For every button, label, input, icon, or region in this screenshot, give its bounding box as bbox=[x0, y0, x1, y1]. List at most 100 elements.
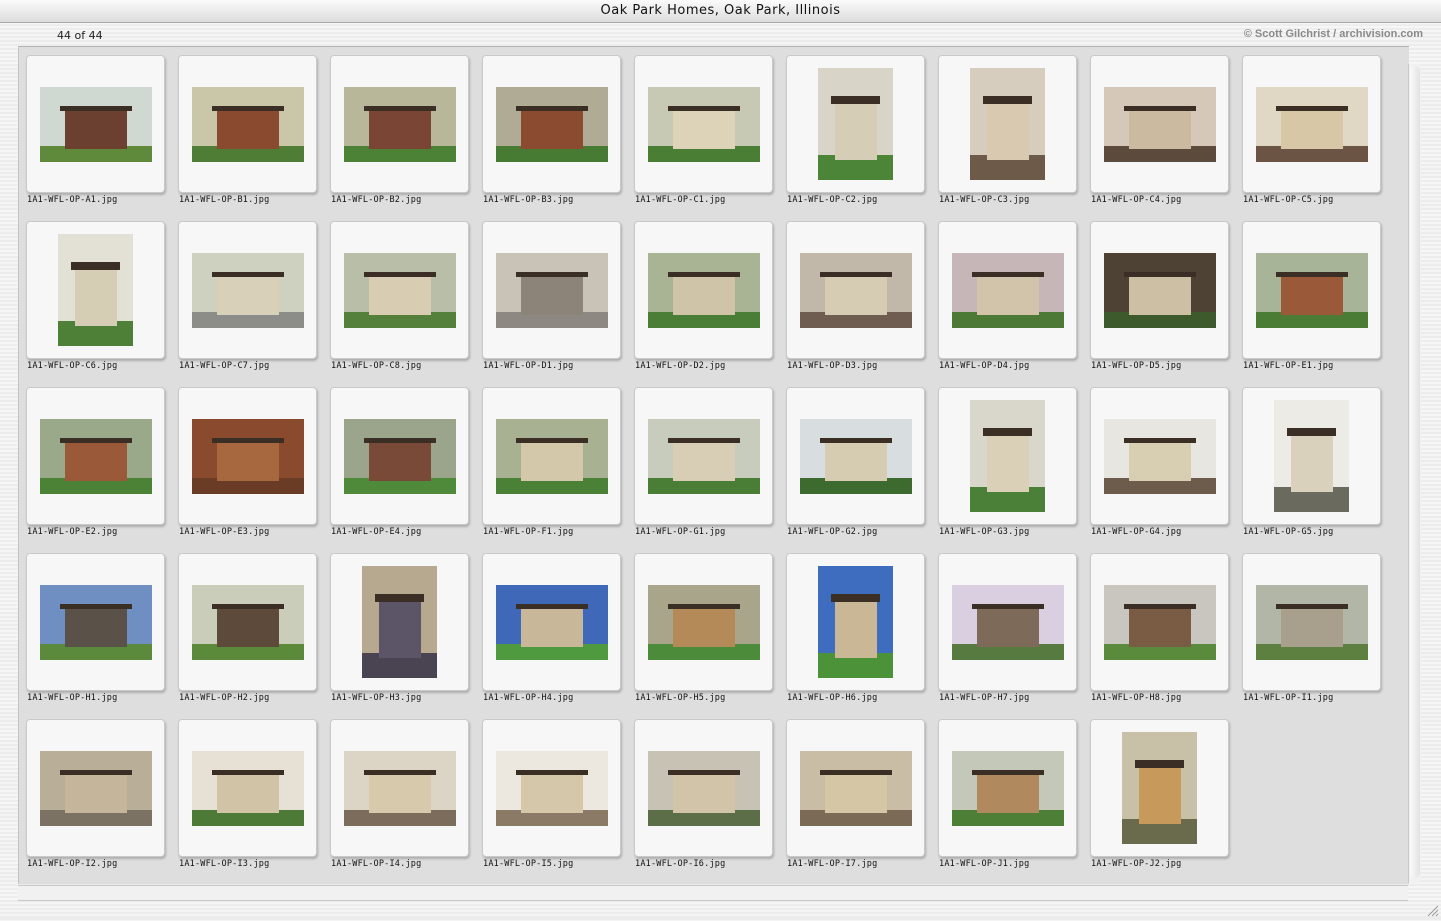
thumbnail-item[interactable]: 1A1-WFL-OP-D3.jpg bbox=[780, 214, 932, 380]
slide-frame[interactable] bbox=[634, 221, 773, 359]
thumbnail-item[interactable]: 1A1-WFL-OP-G5.jpg bbox=[1236, 380, 1388, 546]
thumbnail-item[interactable]: 1A1-WFL-OP-I3.jpg bbox=[172, 712, 324, 878]
thumbnail-image[interactable] bbox=[648, 419, 760, 494]
thumbnail-image[interactable] bbox=[1256, 585, 1368, 660]
horizontal-scrollbar[interactable] bbox=[18, 885, 1408, 901]
thumbnail-image[interactable] bbox=[344, 751, 456, 826]
thumbnail-item[interactable]: 1A1-WFL-OP-B3.jpg bbox=[476, 48, 628, 214]
thumbnail-item[interactable]: 1A1-WFL-OP-I2.jpg bbox=[20, 712, 172, 878]
thumbnail-image[interactable] bbox=[496, 253, 608, 328]
slide-frame[interactable] bbox=[1242, 387, 1381, 525]
thumbnail-image[interactable] bbox=[648, 253, 760, 328]
slide-frame[interactable] bbox=[1090, 553, 1229, 691]
thumbnail-image[interactable] bbox=[952, 585, 1064, 660]
slide-frame[interactable] bbox=[786, 221, 925, 359]
thumbnail-item[interactable]: 1A1-WFL-OP-E3.jpg bbox=[172, 380, 324, 546]
thumbnail-item[interactable]: 1A1-WFL-OP-I1.jpg bbox=[1236, 546, 1388, 712]
slide-frame[interactable] bbox=[786, 387, 925, 525]
thumbnail-image[interactable] bbox=[1104, 419, 1216, 494]
slide-frame[interactable] bbox=[938, 221, 1077, 359]
slide-frame[interactable] bbox=[938, 55, 1077, 193]
thumbnail-item[interactable]: 1A1-WFL-OP-H4.jpg bbox=[476, 546, 628, 712]
slide-frame[interactable] bbox=[330, 719, 469, 857]
thumbnail-item[interactable]: 1A1-WFL-OP-G4.jpg bbox=[1084, 380, 1236, 546]
thumbnail-image[interactable] bbox=[1104, 585, 1216, 660]
thumbnail-item[interactable]: 1A1-WFL-OP-F1.jpg bbox=[476, 380, 628, 546]
thumbnail-item[interactable]: 1A1-WFL-OP-C4.jpg bbox=[1084, 48, 1236, 214]
slide-frame[interactable] bbox=[1242, 55, 1381, 193]
slide-frame[interactable] bbox=[178, 553, 317, 691]
slide-frame[interactable] bbox=[26, 553, 165, 691]
thumbnail-item[interactable]: 1A1-WFL-OP-H3.jpg bbox=[324, 546, 476, 712]
thumbnail-image[interactable] bbox=[344, 87, 456, 162]
vertical-scrollbar[interactable] bbox=[1408, 64, 1421, 883]
slide-frame[interactable] bbox=[1090, 221, 1229, 359]
thumbnail-image[interactable] bbox=[58, 234, 133, 346]
slide-frame[interactable] bbox=[786, 719, 925, 857]
slide-frame[interactable] bbox=[178, 55, 317, 193]
slide-frame[interactable] bbox=[330, 221, 469, 359]
thumbnail-image[interactable] bbox=[648, 751, 760, 826]
thumbnail-item[interactable]: 1A1-WFL-OP-E4.jpg bbox=[324, 380, 476, 546]
slide-frame[interactable] bbox=[634, 719, 773, 857]
thumbnail-image[interactable] bbox=[648, 87, 760, 162]
thumbnail-item[interactable]: 1A1-WFL-OP-D4.jpg bbox=[932, 214, 1084, 380]
slide-frame[interactable] bbox=[634, 387, 773, 525]
slide-frame[interactable] bbox=[26, 719, 165, 857]
thumbnail-image[interactable] bbox=[496, 87, 608, 162]
slide-frame[interactable] bbox=[786, 55, 925, 193]
thumbnail-image[interactable] bbox=[192, 87, 304, 162]
slide-frame[interactable] bbox=[178, 221, 317, 359]
slide-frame[interactable] bbox=[178, 719, 317, 857]
slide-frame[interactable] bbox=[482, 553, 621, 691]
slide-frame[interactable] bbox=[178, 387, 317, 525]
thumbnail-item[interactable]: 1A1-WFL-OP-C6.jpg bbox=[20, 214, 172, 380]
thumbnail-item[interactable]: 1A1-WFL-OP-D1.jpg bbox=[476, 214, 628, 380]
thumbnail-image[interactable] bbox=[496, 751, 608, 826]
thumbnail-item[interactable]: 1A1-WFL-OP-I6.jpg bbox=[628, 712, 780, 878]
thumbnail-image[interactable] bbox=[818, 68, 893, 180]
thumbnail-item[interactable]: 1A1-WFL-OP-D5.jpg bbox=[1084, 214, 1236, 380]
thumbnail-image[interactable] bbox=[40, 751, 152, 826]
thumbnail-item[interactable]: 1A1-WFL-OP-E1.jpg bbox=[1236, 214, 1388, 380]
slide-frame[interactable] bbox=[330, 387, 469, 525]
thumbnail-image[interactable] bbox=[952, 253, 1064, 328]
thumbnail-item[interactable]: 1A1-WFL-OP-G1.jpg bbox=[628, 380, 780, 546]
slide-frame[interactable] bbox=[26, 221, 165, 359]
thumbnail-image[interactable] bbox=[800, 419, 912, 494]
slide-frame[interactable] bbox=[482, 387, 621, 525]
thumbnail-item[interactable]: 1A1-WFL-OP-D2.jpg bbox=[628, 214, 780, 380]
slide-frame[interactable] bbox=[938, 553, 1077, 691]
thumbnail-item[interactable]: 1A1-WFL-OP-C7.jpg bbox=[172, 214, 324, 380]
thumbnail-item[interactable]: 1A1-WFL-OP-J2.jpg bbox=[1084, 712, 1236, 878]
slide-frame[interactable] bbox=[482, 719, 621, 857]
thumbnail-image[interactable] bbox=[496, 585, 608, 660]
thumbnail-item[interactable]: 1A1-WFL-OP-H7.jpg bbox=[932, 546, 1084, 712]
thumbnail-item[interactable]: 1A1-WFL-OP-G2.jpg bbox=[780, 380, 932, 546]
slide-frame[interactable] bbox=[938, 387, 1077, 525]
thumbnail-image[interactable] bbox=[192, 253, 304, 328]
thumbnail-image[interactable] bbox=[192, 419, 304, 494]
slide-frame[interactable] bbox=[26, 387, 165, 525]
thumbnail-image[interactable] bbox=[1256, 87, 1368, 162]
thumbnail-item[interactable]: 1A1-WFL-OP-C5.jpg bbox=[1236, 48, 1388, 214]
thumbnail-image[interactable] bbox=[970, 68, 1045, 180]
thumbnail-image[interactable] bbox=[344, 419, 456, 494]
thumbnail-image[interactable] bbox=[40, 419, 152, 494]
slide-frame[interactable] bbox=[330, 55, 469, 193]
thumbnail-item[interactable]: 1A1-WFL-OP-H2.jpg bbox=[172, 546, 324, 712]
thumbnail-item[interactable]: 1A1-WFL-OP-E2.jpg bbox=[20, 380, 172, 546]
thumbnail-image[interactable] bbox=[800, 751, 912, 826]
vertical-scroll-thumb[interactable] bbox=[1410, 66, 1420, 878]
thumbnail-image[interactable] bbox=[1274, 400, 1349, 512]
thumbnail-image[interactable] bbox=[192, 751, 304, 826]
thumbnail-item[interactable]: 1A1-WFL-OP-A1.jpg bbox=[20, 48, 172, 214]
thumbnail-item[interactable]: 1A1-WFL-OP-B1.jpg bbox=[172, 48, 324, 214]
thumbnail-image[interactable] bbox=[40, 87, 152, 162]
thumbnail-item[interactable]: 1A1-WFL-OP-B2.jpg bbox=[324, 48, 476, 214]
thumbnail-image[interactable] bbox=[952, 751, 1064, 826]
slide-frame[interactable] bbox=[482, 221, 621, 359]
slide-frame[interactable] bbox=[1242, 553, 1381, 691]
thumbnail-image[interactable] bbox=[496, 419, 608, 494]
thumbnail-item[interactable]: 1A1-WFL-OP-C8.jpg bbox=[324, 214, 476, 380]
